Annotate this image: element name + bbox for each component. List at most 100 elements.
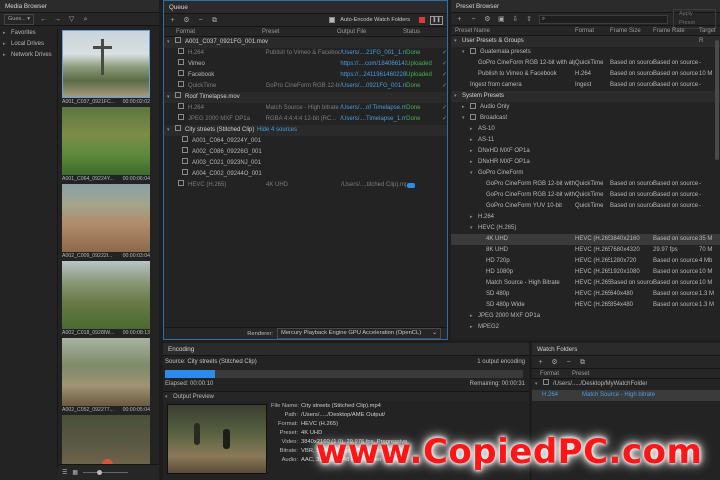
preset-search-input[interactable]: ⌕ <box>538 14 669 24</box>
grid-view-icon[interactable]: ▦ <box>72 469 78 476</box>
preset-row[interactable]: GoPro CineForm RGB 12-bit with alpha (Ma… <box>451 58 720 69</box>
queue-output-row[interactable]: H.264 Match Source - High bitrate/Users/.… <box>164 103 447 114</box>
preset-group-header[interactable]: ▾ User Presets & Groups <box>451 36 720 47</box>
preset-row[interactable]: Match Source - High Bitrate HEVC (H.265) B… <box>451 278 720 289</box>
preset-folder-row[interactable]: ▾ Guatemala presets <box>451 47 720 58</box>
collapse-arrow-icon[interactable]: ▾ <box>470 223 478 234</box>
expand-arrow-icon[interactable]: ▸ <box>470 135 478 146</box>
queue-item-header[interactable]: ▾ City streets (Stitched Clip) Hide 4 sour… <box>164 125 447 136</box>
preset-group-header[interactable]: ▾ System Presets <box>451 91 720 102</box>
hide-sources-link[interactable]: Hide 4 sources <box>257 125 317 136</box>
output-format[interactable]: HEVC (H.265) <box>188 180 266 191</box>
output-format[interactable]: JPEG 2000 MXF OP1a <box>188 114 266 125</box>
auto-encode-checkbox[interactable] <box>329 17 336 23</box>
preset-row[interactable]: GoPro CineForm RGB 12-bit with alphaQuic… <box>451 179 720 190</box>
media-thumbnail[interactable] <box>62 338 150 406</box>
output-preset[interactable]: RGBA 4:4:4:4 12-bit (RC... <box>266 114 341 125</box>
preset-folder-row[interactable]: ▸ MPEG2 <box>451 322 720 333</box>
zoom-slider[interactable] <box>83 470 129 475</box>
preset-row[interactable]: Ingest from camera Ingest Based on source B… <box>451 80 720 91</box>
queue-output-row[interactable]: Facebook https://...24119614602283 Uploade… <box>164 70 447 81</box>
queue-output-row[interactable]: JPEG 2000 MXF OP1a RGBA 4:4:4:4 12-bit (R… <box>164 114 447 125</box>
remove-icon[interactable]: − <box>196 15 205 26</box>
media-thumbnail[interactable] <box>62 184 150 252</box>
preset-scrollbar[interactable] <box>715 40 719 160</box>
preset-folder-row[interactable]: ▸ Audio Only <box>451 102 720 113</box>
list-view-icon[interactable]: ☰ <box>62 469 67 476</box>
output-file-link[interactable]: /Users/....0921FG_001.mov <box>340 81 406 92</box>
expand-arrow-icon[interactable]: ▸ <box>470 157 478 168</box>
preset-folder-row[interactable]: ▾ HEVC (H.265) <box>451 223 720 234</box>
watch-folder-row[interactable]: ▾ /Users/...../Desktop/MyWatchFolder <box>532 379 720 390</box>
output-file-link[interactable]: /Users/....Timelapse_1.mxf <box>340 114 406 125</box>
expand-arrow-icon[interactable]: ▸ <box>470 212 478 223</box>
media-thumbnail[interactable] <box>62 30 150 98</box>
preset-folder-row[interactable]: ▾ GoPro CineForm <box>451 168 720 179</box>
location-dropdown[interactable]: Gues... ▾ <box>4 13 35 25</box>
output-preset[interactable]: GoPro CineForm RGB 12-bit with... <box>266 81 341 92</box>
watch-settings-icon[interactable]: ⚙ <box>550 357 559 368</box>
output-format[interactable]: H.264 <box>188 48 266 59</box>
output-format[interactable]: QuickTime <box>188 81 266 92</box>
queue-item-header[interactable]: ▾ Roof Timelapse.mov <box>164 92 447 103</box>
preset-folder-row[interactable]: ▸ DNxHD MXF OP1a <box>451 146 720 157</box>
queue-output-row[interactable]: QuickTimeGoPro CineForm RGB 12-bit with.… <box>164 81 447 92</box>
pause-button[interactable]: ❚❚ <box>430 15 443 25</box>
collapse-arrow-icon[interactable]: ▾ <box>454 91 462 102</box>
preset-row[interactable]: GoPro CineForm RGB 12-bit with alphaQuic… <box>451 190 720 201</box>
media-thumbnail[interactable] <box>62 261 150 329</box>
preset-row[interactable]: HD 720p HEVC (H.265) 1280x720 Based on sour… <box>451 256 720 267</box>
watch-duplicate-icon[interactable]: ⧉ <box>578 357 587 368</box>
preset-row[interactable]: 4K UHD HEVC (H.265) 3840x2160 Based on sour… <box>451 234 720 245</box>
forward-icon[interactable]: → <box>53 14 62 25</box>
collapse-arrow-icon[interactable]: ▾ <box>454 36 462 47</box>
watch-output-row[interactable]: H.264 Match Source - High bitrate <box>532 390 720 401</box>
add-preset-icon[interactable]: + <box>455 14 464 25</box>
preset-row[interactable]: SD 480p Wide HEVC (H.265) 854x480 Based on … <box>451 300 720 311</box>
expand-arrow-icon[interactable]: ▸ <box>470 146 478 157</box>
add-source-icon[interactable]: + <box>168 15 177 26</box>
back-icon[interactable]: ← <box>39 14 48 25</box>
preset-folder-row[interactable]: ▸ AS-10 <box>451 124 720 135</box>
collapse-arrow-icon[interactable]: ▾ <box>470 168 478 179</box>
preset-row[interactable]: Publish to Vimeo & Facebook H.264 Based on… <box>451 69 720 80</box>
output-file-link[interactable]: /Users/....of Timelapse.mp4 <box>340 103 406 114</box>
queue-output-row[interactable]: H.264 Publish to Vimeo & Facebook/Users/.… <box>164 48 447 59</box>
preset-folder-row[interactable]: ▸ AS-11 <box>451 135 720 146</box>
preset-row[interactable]: GoPro CineForm YUV 10-bit QuickTime Based … <box>451 201 720 212</box>
expand-arrow-icon[interactable]: ▸ <box>462 102 470 113</box>
preset-folder-row[interactable]: ▸ H.264 <box>451 212 720 223</box>
queue-item-header[interactable]: ▾ A001_C037_0921FG_001.mov <box>164 37 447 48</box>
renderer-dropdown[interactable]: Mercury Playback Engine GPU Acceleration… <box>277 328 441 339</box>
preset-row[interactable]: SD 480p HEVC (H.265) 640x480 Based on sourc… <box>451 289 720 300</box>
preset-settings-icon[interactable]: ⚙ <box>483 14 492 25</box>
output-preset[interactable] <box>266 59 341 70</box>
expand-arrow-icon[interactable]: ▸ <box>470 322 478 333</box>
search-icon[interactable]: ⌕ <box>81 14 90 25</box>
output-preset[interactable] <box>266 70 341 81</box>
preset-row[interactable]: HD 1080p HEVC (H.265) 1920x1080 Based on so… <box>451 267 720 278</box>
collapse-arrow-icon[interactable]: ▾ <box>462 47 470 58</box>
filter-icon[interactable]: ▽ <box>67 14 76 25</box>
remove-preset-icon[interactable]: − <box>469 14 478 25</box>
duplicate-icon[interactable]: ⧉ <box>210 15 219 26</box>
expand-arrow-icon[interactable]: ▸ <box>470 311 478 322</box>
preset-row[interactable]: 8K UHD HEVC (H.265) 7680x4320 29.97 fps 70 M <box>451 245 720 256</box>
add-folder-icon[interactable]: + <box>536 357 545 368</box>
expand-arrow-icon[interactable]: ▸ <box>470 124 478 135</box>
output-file-link[interactable]: https://...24119614602283 <box>340 70 406 81</box>
preset-folder-row[interactable]: ▾ Broadcast <box>451 113 720 124</box>
stop-button[interactable] <box>419 17 425 23</box>
queue-output-row[interactable]: Vimeo https://....com/184066142 Uploaded ✓ <box>164 59 447 70</box>
remove-folder-icon[interactable]: − <box>564 357 573 368</box>
output-format[interactable]: Facebook <box>188 70 266 81</box>
tree-item-local-drives[interactable]: ▸ Local Drives <box>0 39 57 50</box>
tree-item-network-drives[interactable]: ▸ Network Drives <box>0 50 57 61</box>
tree-item-favorites[interactable]: ▸ Favorites <box>0 28 57 39</box>
export-icon[interactable]: ⇧ <box>525 14 534 25</box>
settings-icon[interactable]: ⚙ <box>182 15 191 26</box>
media-thumbnail[interactable] <box>62 107 150 175</box>
import-icon[interactable]: ⇩ <box>511 14 520 25</box>
output-format[interactable]: Vimeo <box>188 59 266 70</box>
output-format[interactable]: H.264 <box>188 103 266 114</box>
